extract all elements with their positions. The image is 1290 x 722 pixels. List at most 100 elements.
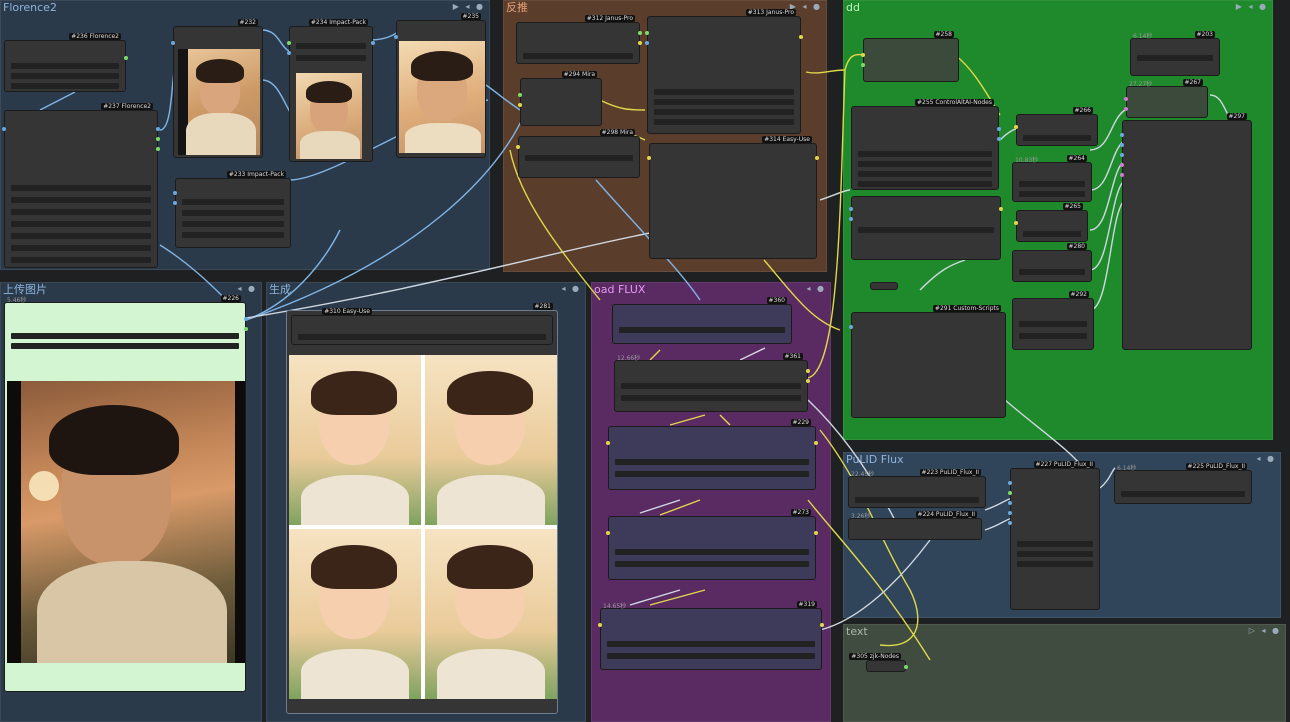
widget[interactable]: [1017, 561, 1093, 567]
node-281-image-preview[interactable]: #281 #310 Easy-Use: [286, 303, 558, 714]
output-port[interactable]: [997, 127, 1001, 131]
widget[interactable]: [182, 221, 284, 227]
output-port[interactable]: [814, 531, 818, 535]
widget[interactable]: [1019, 269, 1085, 275]
node-266[interactable]: #266: [1014, 107, 1098, 146]
widget[interactable]: [1019, 181, 1085, 187]
widget[interactable]: [858, 227, 994, 233]
output-port[interactable]: [806, 379, 810, 383]
output-port[interactable]: [244, 327, 248, 331]
input-port[interactable]: [849, 217, 853, 221]
node-267[interactable]: #267 27.27秒: [1124, 79, 1208, 118]
widget[interactable]: [1121, 491, 1245, 497]
widget[interactable]: [858, 151, 992, 157]
widget[interactable]: [11, 257, 151, 263]
widget[interactable]: [11, 245, 151, 251]
widget[interactable]: [11, 185, 151, 191]
node-258[interactable]: #258: [861, 31, 959, 82]
widget[interactable]: [1023, 231, 1081, 237]
widget[interactable]: [1019, 321, 1087, 327]
widget[interactable]: [1017, 541, 1093, 547]
node-223-pulid-flux-ii[interactable]: #223 PuLID_Flux_II 22.45秒: [848, 469, 986, 508]
node-255-controlaltai-nodes[interactable]: #255 ControlAltAI-Nodes: [851, 99, 1001, 190]
input-port[interactable]: [645, 41, 649, 45]
widget[interactable]: [615, 549, 809, 555]
input-port[interactable]: [394, 35, 398, 39]
widget[interactable]: [1137, 55, 1213, 61]
widget[interactable]: [621, 395, 801, 401]
input-port[interactable]: [606, 531, 610, 535]
node-233-impact-pack[interactable]: #233 Impact-Pack: [173, 171, 291, 248]
input-port[interactable]: [173, 201, 177, 205]
widget[interactable]: [182, 210, 284, 216]
widget[interactable]: [298, 334, 546, 340]
widget[interactable]: [615, 471, 809, 477]
node-298-mira[interactable]: #298 Mira: [516, 129, 640, 178]
node-310-easy-use[interactable]: #310 Easy-Use: [291, 308, 553, 345]
input-port[interactable]: [1120, 173, 1124, 177]
input-port[interactable]: [861, 53, 865, 57]
output-port[interactable]: [156, 127, 160, 131]
output-port[interactable]: [124, 56, 128, 60]
input-port[interactable]: [1120, 133, 1124, 137]
widget[interactable]: [615, 561, 809, 567]
widget[interactable]: [182, 199, 284, 205]
output-port[interactable]: [814, 441, 818, 445]
output-port[interactable]: [806, 369, 810, 373]
node-227-pulid-flux-ii[interactable]: #227 PuLID_Flux_II: [1008, 461, 1100, 610]
input-port[interactable]: [598, 623, 602, 627]
output-port[interactable]: [244, 317, 248, 321]
widget[interactable]: [296, 43, 366, 49]
widget[interactable]: [855, 497, 979, 503]
node-232-image-preview[interactable]: #232: [171, 19, 263, 158]
widget[interactable]: [296, 55, 366, 61]
input-port[interactable]: [173, 191, 177, 195]
output-port[interactable]: [638, 31, 642, 35]
node-reroute[interactable]: [870, 282, 898, 290]
input-port[interactable]: [171, 41, 175, 45]
widget[interactable]: [11, 221, 151, 227]
widget[interactable]: [523, 53, 633, 59]
widget[interactable]: [11, 63, 119, 69]
widget[interactable]: [654, 109, 794, 115]
node-297[interactable]: #297: [1120, 113, 1252, 350]
node-292[interactable]: #292: [1012, 291, 1094, 350]
node-265[interactable]: #265: [1014, 203, 1088, 242]
node-319[interactable]: #319 14.65秒: [598, 601, 824, 670]
node-234-impact-pack[interactable]: #234 Impact-Pack: [287, 19, 375, 162]
node-225-pulid-flux-ii[interactable]: #225 PuLID_Flux_II 6.14秒: [1114, 463, 1252, 504]
node-237-florence2[interactable]: #237 Florence2: [2, 103, 160, 268]
output-port[interactable]: [799, 35, 803, 39]
node-291-custom-scripts[interactable]: #291 Custom-Scripts: [849, 305, 1006, 418]
node-203[interactable]: #203 6.14秒: [1130, 31, 1220, 76]
input-port[interactable]: [1008, 521, 1012, 525]
output-port[interactable]: [638, 41, 642, 45]
widget[interactable]: [858, 171, 992, 177]
input-port[interactable]: [1120, 163, 1124, 167]
node-canvas[interactable]: Florence2 ▶ ◂ ● 反推 ▶ ◂ ● dd ▶ ◂ ● 上传图片 ◂…: [0, 0, 1290, 722]
input-port[interactable]: [1008, 501, 1012, 505]
input-port[interactable]: [1014, 221, 1018, 225]
node-224-pulid-flux-ii[interactable]: #224 PuLID_Flux_II 3.26秒: [848, 511, 982, 540]
input-port[interactable]: [516, 145, 520, 149]
widget[interactable]: [1019, 191, 1085, 197]
widget[interactable]: [182, 232, 284, 238]
widget[interactable]: [1019, 333, 1087, 339]
input-port[interactable]: [606, 441, 610, 445]
widget[interactable]: [621, 383, 801, 389]
node-361[interactable]: #361 12.66秒: [614, 353, 810, 412]
input-port[interactable]: [1124, 97, 1128, 101]
widget[interactable]: [858, 181, 992, 187]
node-273[interactable]: #273: [606, 509, 818, 580]
input-port[interactable]: [1014, 125, 1018, 129]
node-312-janus-pro[interactable]: #312 Janus-Pro: [516, 15, 642, 64]
node-226-load-image[interactable]: #226 5.46秒: [4, 295, 248, 692]
input-port[interactable]: [1008, 491, 1012, 495]
node-313-janus-pro[interactable]: #313 Janus-Pro: [645, 9, 803, 134]
node-unnamed[interactable]: [849, 196, 1003, 260]
node-360[interactable]: #360: [612, 297, 792, 344]
widget[interactable]: [619, 327, 785, 333]
input-port[interactable]: [1008, 481, 1012, 485]
node-264[interactable]: #264 10.83秒: [1012, 155, 1092, 202]
widget[interactable]: [11, 233, 151, 239]
